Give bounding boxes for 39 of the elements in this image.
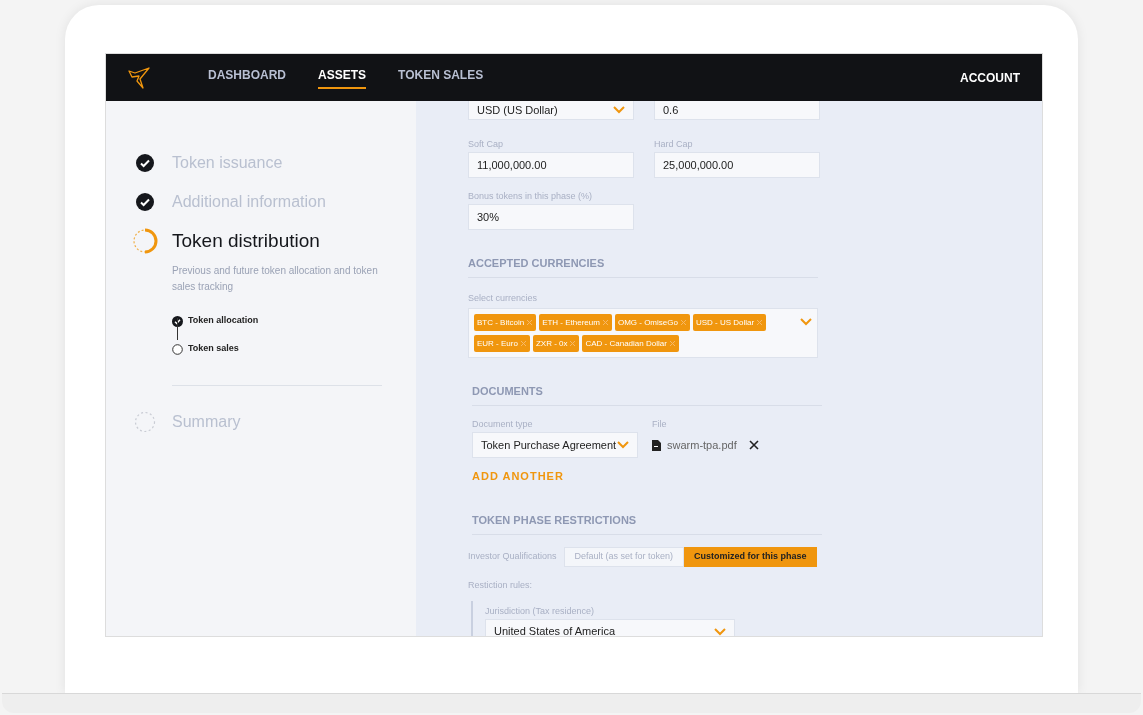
field-label: Hard Cap — [654, 138, 694, 150]
section-heading: ACCEPTED CURRENCIES — [468, 257, 605, 269]
check-circle-icon — [136, 192, 154, 211]
nav-tab[interactable]: DASHBOARD — [208, 66, 286, 89]
select-field[interactable]: Token Purchase Agreement — [472, 432, 638, 458]
select-field[interactable]: USD (US Dollar) — [468, 101, 634, 120]
dashed-circle-icon — [134, 410, 156, 433]
progress-ring-icon — [132, 228, 158, 254]
file-name: swarm-tpa.pdf — [667, 437, 737, 453]
close-icon[interactable] — [748, 440, 759, 450]
section-heading: TOKEN PHASE RESTRICTIONS — [472, 513, 637, 526]
field-label: Jurisdiction (Tax residence) — [485, 604, 596, 617]
section-heading: DOCUMENTS — [472, 385, 543, 397]
nav-tab[interactable]: ASSETS — [318, 66, 366, 89]
select-field[interactable]: United States of America — [485, 618, 735, 636]
field-label: File — [652, 418, 668, 430]
chevron-down-icon — [613, 106, 625, 114]
nav-tab[interactable]: TOKEN SALES — [398, 66, 484, 89]
substep-label[interactable]: Token allocation — [188, 314, 259, 328]
chevron-down-icon — [714, 627, 726, 636]
input-field[interactable]: 0.6 — [654, 101, 820, 120]
segment-option[interactable]: Customized for this phase — [684, 546, 817, 567]
account-link[interactable]: ACCOUNT — [960, 68, 1020, 87]
step-title[interactable]: Token distribution — [172, 226, 320, 256]
substep-label[interactable]: Token sales — [188, 342, 239, 356]
field-label: Document type — [472, 418, 534, 430]
field-label: Select currencies — [468, 292, 539, 304]
input-field[interactable]: 30% — [468, 204, 634, 230]
input-field[interactable]: 25,000,000.00 — [654, 152, 820, 178]
check-circle-icon — [136, 153, 154, 172]
chevron-down-icon — [617, 441, 629, 449]
field-label: Restiction rules: — [468, 578, 534, 591]
document-icon — [652, 439, 661, 451]
field-label: Soft Cap — [468, 138, 505, 150]
bird-logo-icon[interactable] — [128, 66, 150, 89]
input-field[interactable]: 11,000,000.00 — [468, 152, 634, 178]
chevron-down-icon — [800, 318, 812, 326]
field-label: Investor Qualifications — [468, 549, 557, 563]
step-description: Previous and future token allocation and token sales tracking — [172, 264, 379, 294]
